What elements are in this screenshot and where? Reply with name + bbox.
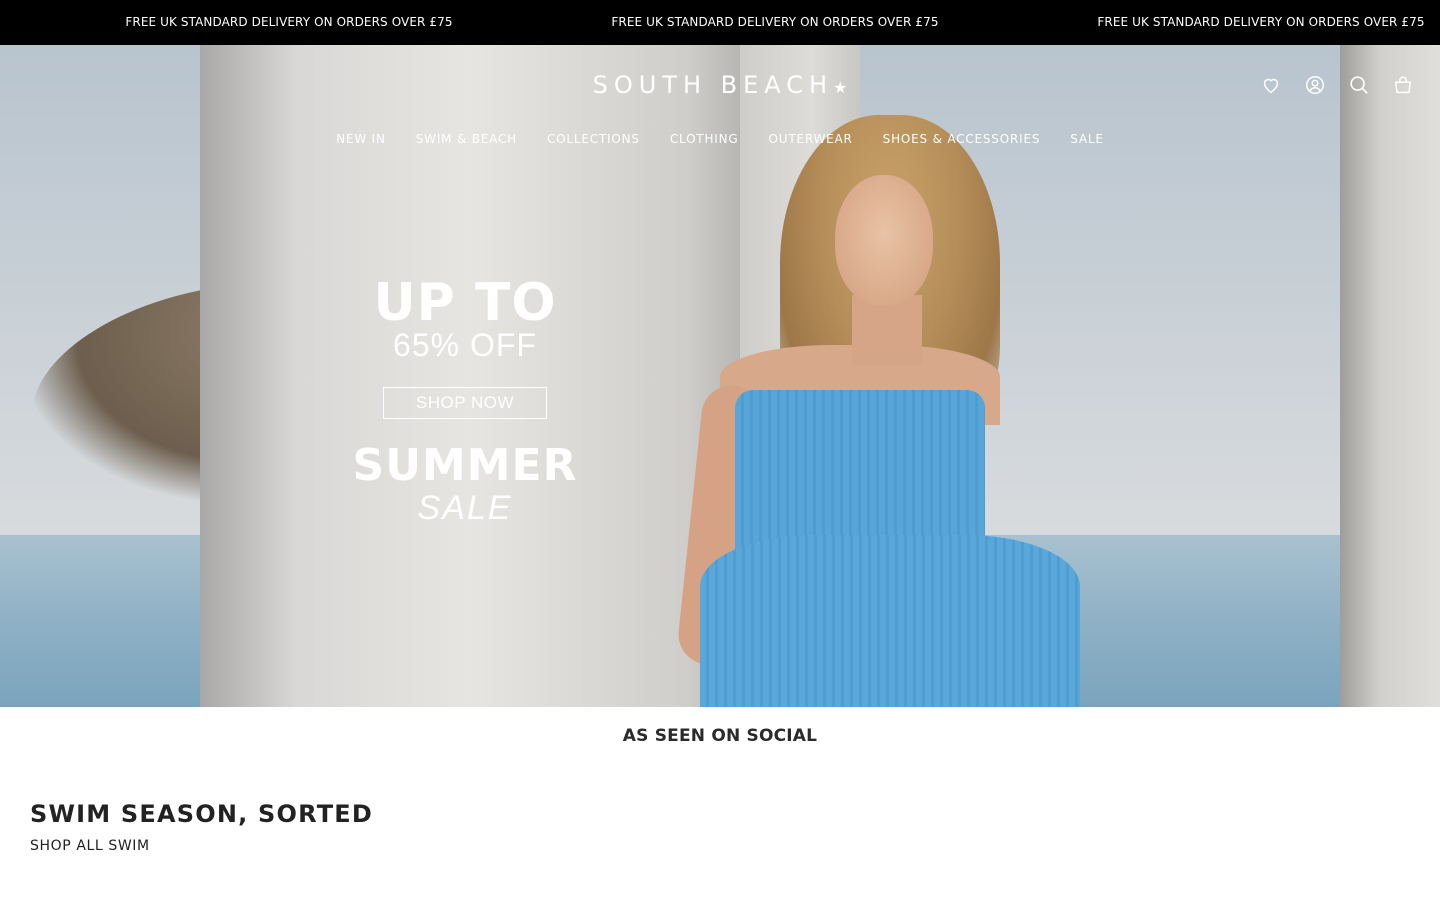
site-logo[interactable]: SOUTH BEACH★ xyxy=(560,67,880,103)
header-icons xyxy=(1259,71,1415,99)
announcement-message: FREE UK STANDARD DELIVERY ON ORDERS OVER… xyxy=(1097,15,1425,29)
social-heading: AS SEEN ON SOCIAL xyxy=(622,726,818,746)
swim-section-title: SWIM SEASON, SORTED xyxy=(30,800,374,828)
star-icon: ★ xyxy=(833,78,848,97)
search-icon[interactable] xyxy=(1347,71,1371,99)
announcement-message: FREE UK STANDARD DELIVERY ON ORDERS OVER… xyxy=(611,15,939,29)
blue-dress-skirt xyxy=(700,535,1080,707)
logo-text: SOUTH BEACH xyxy=(592,71,834,99)
promo-discount: 65% OFF xyxy=(393,327,537,363)
account-icon[interactable] xyxy=(1303,71,1327,99)
model-neck xyxy=(852,295,922,365)
nav-item-swim-beach[interactable]: SWIM & BEACH xyxy=(401,127,532,151)
promo-text-block: UP TO 65% OFF SHOP NOW SUMMER SALE xyxy=(350,275,580,545)
nav-item-clothing[interactable]: CLOTHING xyxy=(655,127,754,151)
shop-all-swim-link[interactable]: SHOP ALL SWIM xyxy=(30,838,150,854)
site-header: SOUTH BEACH★ NEW IN SWIM & BEACH COLLECT… xyxy=(0,45,1440,170)
main-nav: NEW IN SWIM & BEACH COLLECTIONS CLOTHING… xyxy=(0,127,1440,151)
announcement-message: FREE UK STANDARD DELIVERY ON ORDERS OVER… xyxy=(125,15,453,29)
nav-item-sale[interactable]: SALE xyxy=(1055,127,1119,151)
promo-sale: SALE xyxy=(417,489,513,527)
nav-item-shoes-accessories[interactable]: SHOES & ACCESSORIES xyxy=(868,127,1056,151)
model-face xyxy=(835,175,933,305)
nav-item-outerwear[interactable]: OUTERWEAR xyxy=(753,127,867,151)
heart-icon[interactable] xyxy=(1259,71,1283,99)
nav-item-collections[interactable]: COLLECTIONS xyxy=(532,127,655,151)
cart-icon[interactable] xyxy=(1391,71,1415,99)
promo-up-to: UP TO xyxy=(373,273,557,333)
announcement-bar: FREE UK STANDARD DELIVERY ON ORDERS OVER… xyxy=(0,0,1440,45)
nav-item-new-in[interactable]: NEW IN xyxy=(321,127,401,151)
promo-summer: SUMMER xyxy=(352,440,578,491)
shop-now-button[interactable]: SHOP NOW xyxy=(383,387,547,419)
